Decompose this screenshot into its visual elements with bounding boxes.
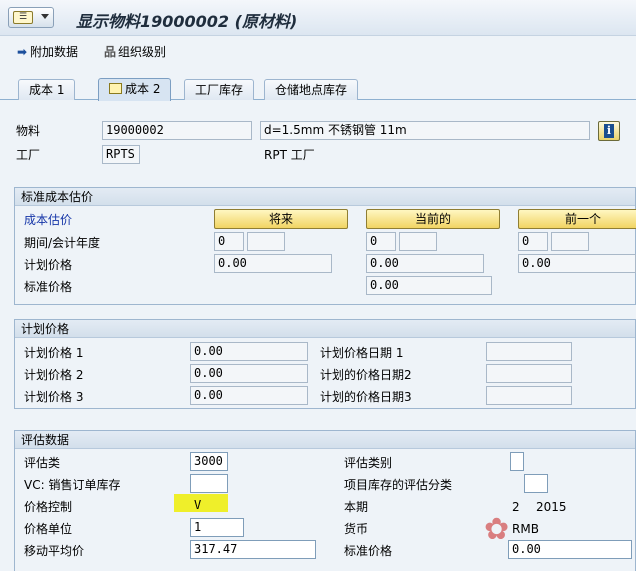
vc-sales-order-stock-field[interactable] xyxy=(190,474,228,493)
tab-label: 成本 1 xyxy=(29,83,65,97)
page-title: 显示物料19000002 (原材料) xyxy=(76,12,298,31)
price-control-field[interactable]: V xyxy=(194,497,201,513)
sap-menu-icon: ☰ xyxy=(13,11,33,24)
price-unit-field[interactable]: 1 xyxy=(190,518,244,537)
tab-strip: 成本 1 成本 2 工厂库存 仓储地点库存 xyxy=(0,78,636,101)
current-button[interactable]: 当前的 xyxy=(366,209,500,229)
chevron-down-icon xyxy=(41,14,49,19)
tab-cost-1[interactable]: 成本 1 xyxy=(18,79,76,100)
current-standard-price-field[interactable]: 0.00 xyxy=(366,276,492,295)
standard-cost-header: 标准成本估价 xyxy=(15,188,635,206)
project-stock-valuation-label: 项目库存的评估分类 xyxy=(344,478,453,492)
hierarchy-icon: 品 xyxy=(103,45,116,59)
previous-button[interactable]: 前一个 xyxy=(518,209,636,229)
planned-price-date-1-field[interactable] xyxy=(486,342,572,361)
additional-data-button[interactable]: ➡ 附加数据 xyxy=(14,43,78,61)
title-bar: ☰ 显示物料19000002 (原材料) xyxy=(0,0,636,36)
planned-price-date-3-field[interactable] xyxy=(486,386,572,405)
previous-planned-price-field[interactable]: 0.00 xyxy=(518,254,636,273)
price-control-label: 价格控制 xyxy=(24,500,73,514)
info-button[interactable]: i xyxy=(598,121,620,141)
application-toolbar: ➡ 附加数据 品组织级别 xyxy=(0,37,636,67)
current-period-field[interactable]: 0 xyxy=(366,232,396,251)
standard-price-label: 标准价格 xyxy=(24,280,73,294)
tab-label: 工厂库存 xyxy=(195,83,244,97)
current-planned-price-field[interactable]: 0.00 xyxy=(366,254,484,273)
moving-average-price-field[interactable]: 317.47 xyxy=(190,540,316,559)
previous-year-field[interactable] xyxy=(551,232,589,251)
additional-data-label: 附加数据 xyxy=(30,45,79,59)
planned-price-date-1-label: 计划价格日期 1 xyxy=(320,346,404,360)
arrow-right-icon: ➡ xyxy=(16,45,28,59)
price-unit-label: 价格单位 xyxy=(24,522,73,536)
planned-price-1-label: 计划价格 1 xyxy=(24,346,84,360)
valuation-class-label: 评估类 xyxy=(24,456,61,470)
tab-label: 成本 2 xyxy=(125,82,161,96)
current-period-value: 2 xyxy=(512,500,520,514)
currency-label: 货币 xyxy=(344,522,369,536)
valuation-category-label: 评估类别 xyxy=(344,456,393,470)
tab-plant-stock[interactable]: 工厂库存 xyxy=(184,79,255,100)
period-year-label: 期间/会计年度 xyxy=(24,236,101,250)
valuation-class-field[interactable]: 3000 xyxy=(190,452,228,471)
planned-price-date-2-label: 计划的价格日期2 xyxy=(320,368,412,382)
tab-storage-location-stock[interactable]: 仓储地点库存 xyxy=(264,79,359,100)
moving-average-price-label: 移动平均价 xyxy=(24,544,85,558)
valuation-header: 评估数据 xyxy=(15,431,635,449)
future-year-field[interactable] xyxy=(247,232,285,251)
current-year-value: 2015 xyxy=(536,500,567,514)
tab-label: 仓储地点库存 xyxy=(275,83,348,97)
watermark-logo-icon: ✿ xyxy=(484,512,510,547)
material-field[interactable]: 19000002 xyxy=(102,121,252,140)
plant-description: RPT 工厂 xyxy=(264,148,315,162)
project-stock-valuation-field[interactable] xyxy=(524,474,548,493)
tab-cost-2[interactable]: 成本 2 xyxy=(98,78,172,101)
planned-price-2-label: 计划价格 2 xyxy=(24,368,84,382)
org-levels-button[interactable]: 品组织级别 xyxy=(102,43,166,61)
planned-prices-header: 计划价格 xyxy=(15,320,635,338)
current-period-label: 本期 xyxy=(344,500,369,514)
valuation-category-field[interactable] xyxy=(510,452,524,471)
material-description-field[interactable]: d=1.5mm 不锈钢管 11m xyxy=(260,121,590,140)
current-year-field[interactable] xyxy=(399,232,437,251)
org-levels-label: 组织级别 xyxy=(118,45,167,59)
cost-estimate-label: 成本估价 xyxy=(24,213,73,227)
plant-label: 工厂 xyxy=(16,148,41,162)
planned-price-3-field[interactable]: 0.00 xyxy=(190,386,308,405)
plant-field[interactable]: RPTS xyxy=(102,145,140,164)
std-price-label: 标准价格 xyxy=(344,544,393,558)
future-planned-price-field[interactable]: 0.00 xyxy=(214,254,332,273)
future-button[interactable]: 将来 xyxy=(214,209,348,229)
edit-icon xyxy=(109,83,122,94)
currency-value: RMB xyxy=(512,522,539,536)
planned-price-1-field[interactable]: 0.00 xyxy=(190,342,308,361)
system-menu-button[interactable]: ☰ xyxy=(8,7,54,28)
info-icon: i xyxy=(604,124,614,138)
planned-price-date-2-field[interactable] xyxy=(486,364,572,383)
std-price-field[interactable]: 0.00 xyxy=(508,540,632,559)
planned-price-2-field[interactable]: 0.00 xyxy=(190,364,308,383)
planned-price-label: 计划价格 xyxy=(24,258,73,272)
future-period-field[interactable]: 0 xyxy=(214,232,244,251)
previous-period-field[interactable]: 0 xyxy=(518,232,548,251)
vc-sales-order-stock-label: VC: 销售订单库存 xyxy=(24,478,121,492)
material-label: 物料 xyxy=(16,124,41,138)
planned-price-date-3-label: 计划的价格日期3 xyxy=(320,390,412,404)
planned-price-3-label: 计划价格 3 xyxy=(24,390,84,404)
